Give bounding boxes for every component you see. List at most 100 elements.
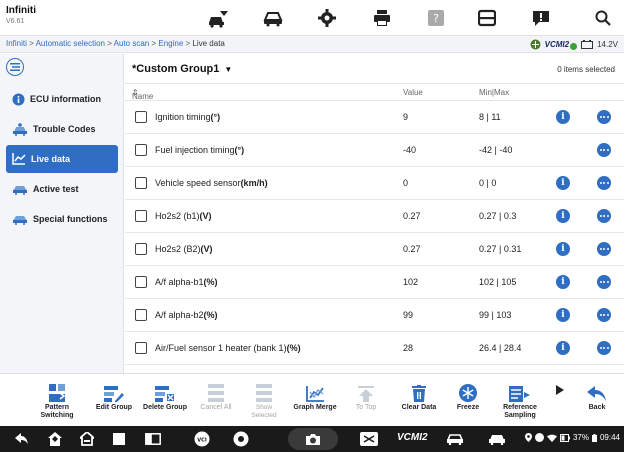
nav-recents-icon[interactable]: [113, 430, 125, 448]
car-gear-icon: [13, 186, 27, 195]
feedback-icon[interactable]: [530, 7, 552, 29]
sidebar-item-active-test[interactable]: Active test: [6, 175, 118, 203]
bottom-toolbar: Pattern Switching Edit Group Delete Grou…: [0, 373, 624, 426]
info-icon[interactable]: i: [556, 110, 570, 124]
more-options-icon[interactable]: [597, 242, 611, 256]
sidebar-item-label: Live data: [31, 154, 71, 164]
more-options-icon[interactable]: [597, 275, 611, 289]
delete-group-button[interactable]: Delete Group: [140, 374, 190, 427]
nav-screen-record-icon[interactable]: [360, 430, 378, 448]
to-top-button[interactable]: To Top: [350, 374, 382, 427]
info-icon[interactable]: i: [556, 308, 570, 322]
more-options-icon[interactable]: [597, 176, 611, 190]
parameter-value: -40: [403, 145, 417, 155]
pattern-switching-button[interactable]: Pattern Switching: [38, 374, 76, 427]
info-icon[interactable]: i: [556, 242, 570, 256]
parameter-minmax: -42 | -40: [479, 145, 513, 155]
clear-data-button[interactable]: Clear Data: [397, 374, 441, 427]
show-selected-button[interactable]: Show Selected: [244, 374, 284, 427]
breadcrumb-item[interactable]: Infiniti: [6, 39, 27, 48]
sidebar-item-special-functions[interactable]: Special functions: [6, 205, 118, 233]
nav-screenshot-button[interactable]: [288, 428, 338, 450]
expand-toolbar-button[interactable]: [553, 374, 567, 427]
more-options-icon[interactable]: [597, 110, 611, 124]
svg-text:?: ?: [433, 12, 439, 25]
report-icon[interactable]: [476, 7, 498, 29]
help-icon[interactable]: ?: [425, 7, 447, 29]
cancel-all-button[interactable]: Cancel All: [194, 374, 238, 427]
parameter-name: Vehicle speed sensor(km/h): [155, 178, 268, 188]
home-car-icon[interactable]: [207, 7, 229, 29]
breadcrumb: Infiniti > Automatic selection > Auto sc…: [6, 39, 225, 48]
column-name-header[interactable]: Name ⇕: [132, 88, 153, 101]
column-header: Name ⇕ Value Min|Max: [125, 84, 624, 101]
settings-gear-icon[interactable]: [316, 7, 338, 29]
live-data-panel: *Custom Group1 ▼ 0 items selected Name ⇕ …: [125, 54, 624, 373]
table-row[interactable]: A/f alpha-b1(%) 102 102 | 105 i: [125, 266, 624, 299]
table-row[interactable]: Ho2s2 (b1)(V) 0.27 0.27 | 0.3 i: [125, 200, 624, 233]
edit-group-button[interactable]: Edit Group: [92, 374, 136, 427]
sidebar-item-label: ECU information: [30, 94, 101, 104]
sidebar-item-live-data[interactable]: Live data: [6, 145, 118, 173]
info-icon[interactable]: i: [556, 275, 570, 289]
sidebar-item-trouble-codes[interactable]: Trouble Codes: [6, 115, 118, 143]
nav-home-icon[interactable]: [48, 430, 62, 448]
nav-chrome-icon[interactable]: [233, 430, 249, 448]
breadcrumb-item[interactable]: Auto scan: [114, 39, 150, 48]
brand-name: Infiniti: [6, 5, 36, 16]
menu-collapse-icon[interactable]: [6, 58, 24, 76]
trash-icon: [412, 385, 426, 402]
row-checkbox[interactable]: [135, 111, 147, 123]
info-icon[interactable]: i: [556, 209, 570, 223]
more-options-icon[interactable]: [597, 341, 611, 355]
row-checkbox[interactable]: [135, 342, 147, 354]
row-checkbox[interactable]: [135, 144, 147, 156]
more-options-icon[interactable]: [597, 308, 611, 322]
print-icon[interactable]: [371, 7, 393, 29]
breadcrumb-item[interactable]: Automatic selection: [36, 39, 105, 48]
parameter-unit: (km/h): [240, 178, 268, 188]
info-icon[interactable]: i: [556, 176, 570, 190]
pattern-switching-icon: [49, 384, 65, 402]
nav-back-icon[interactable]: [15, 430, 29, 448]
nav-diagnose-car-icon[interactable]: [446, 430, 464, 448]
reference-sampling-icon: [509, 386, 530, 402]
battery-icon: [559, 433, 570, 442]
row-checkbox[interactable]: [135, 243, 147, 255]
nav-vci-manager-icon[interactable]: VCI: [194, 430, 210, 448]
info-icon[interactable]: i: [556, 341, 570, 355]
vci-label: VCMI2: [544, 39, 570, 49]
table-row[interactable]: Air/Fuel sensor 1 heater (bank 2)(%)28.8…: [125, 365, 624, 373]
more-options-icon[interactable]: [597, 209, 611, 223]
parameter-value: 0.27: [403, 244, 421, 254]
diagnosis-car-icon[interactable]: [262, 7, 284, 29]
nav-split-screen-icon[interactable]: [145, 430, 161, 448]
row-checkbox[interactable]: [135, 177, 147, 189]
table-row[interactable]: Air/Fuel sensor 1 heater (bank 1)(%) 28 26…: [125, 332, 624, 365]
freeze-button[interactable]: Freeze: [452, 374, 484, 427]
graph-merge-button[interactable]: Graph Merge: [290, 374, 340, 427]
parameter-name: A/f alpha-b1(%): [155, 277, 218, 287]
to-top-label: To Top: [355, 404, 377, 411]
column-name-label: Name: [132, 92, 154, 101]
table-row[interactable]: Vehicle speed sensor(km/h) 0 0 | 0 i: [125, 167, 624, 200]
nav-house-icon[interactable]: [80, 430, 94, 448]
edit-group-icon: [104, 386, 124, 402]
row-checkbox[interactable]: [135, 210, 147, 222]
table-row[interactable]: Ignition timing(°) 9 8 | 11 i: [125, 101, 624, 134]
nav-service-car-icon[interactable]: [488, 430, 506, 448]
row-checkbox[interactable]: [135, 309, 147, 321]
group-selector[interactable]: *Custom Group1 ▼: [132, 63, 232, 75]
table-row[interactable]: Ho2s2 (B2)(V) 0.27 0.27 | 0.31 i: [125, 233, 624, 266]
table-row[interactable]: A/f alpha-b2(%) 99 99 | 103 i: [125, 299, 624, 332]
parameter-minmax: 99 | 103: [479, 310, 512, 320]
parameter-minmax: 0.27 | 0.3: [479, 211, 517, 221]
table-row[interactable]: Fuel injection timing(°) -40 -42 | -40: [125, 134, 624, 167]
sidebar-item-ecu-information[interactable]: ECU information: [6, 85, 118, 113]
breadcrumb-item[interactable]: Engine: [158, 39, 183, 48]
back-button[interactable]: Back: [580, 374, 614, 427]
search-icon[interactable]: [592, 7, 614, 29]
reference-sampling-button[interactable]: Reference Sampling: [496, 374, 544, 427]
more-options-icon[interactable]: [597, 143, 611, 157]
row-checkbox[interactable]: [135, 276, 147, 288]
